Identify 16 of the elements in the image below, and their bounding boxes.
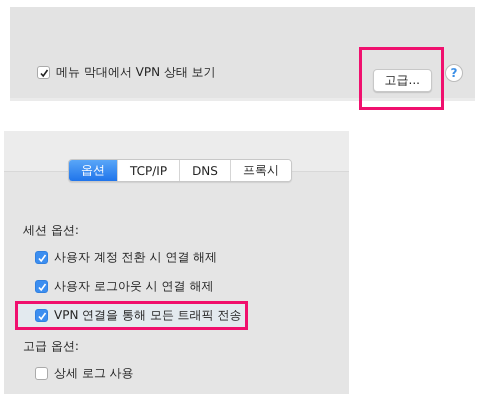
tab[interactable]: DNS — [179, 160, 230, 181]
advanced-button[interactable]: 고급... — [372, 69, 432, 92]
checkbox-label: 사용자 로그아웃 시 연결 해제 — [54, 278, 214, 295]
checkbox[interactable] — [35, 309, 48, 322]
checkbox-label: VPN 연결을 통해 모든 트래픽 전송 — [54, 307, 242, 324]
checkbox[interactable] — [35, 251, 48, 264]
checkbox[interactable] — [35, 367, 48, 380]
checkbox[interactable] — [37, 66, 50, 79]
tab[interactable]: TCP/IP — [117, 160, 180, 181]
section-title: 고급 옵션: — [23, 338, 80, 355]
checkbox-label: 상세 로그 사용 — [54, 365, 134, 382]
section-title: 세션 옵션: — [23, 222, 80, 239]
checkbox-label: 사용자 계정 전환 시 연결 해제 — [54, 249, 218, 266]
tab[interactable]: 프록시 — [230, 160, 291, 181]
checkbox-label: 메뉴 막대에서 VPN 상태 보기 — [56, 64, 216, 81]
checkbox[interactable] — [35, 280, 48, 293]
